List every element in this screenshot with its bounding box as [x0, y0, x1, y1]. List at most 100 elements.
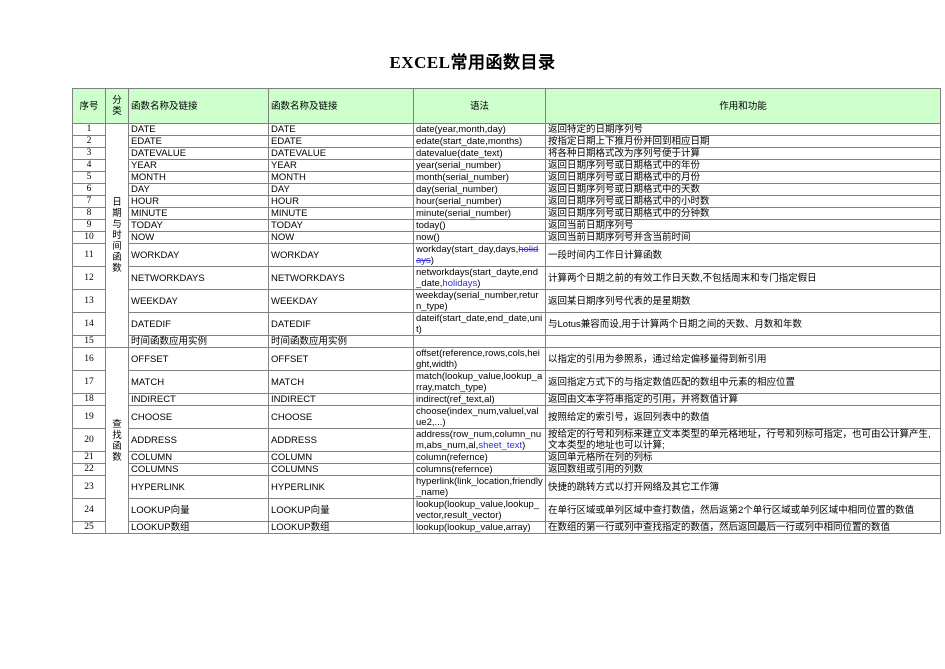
function-link-cell-1[interactable]: MONTH	[128, 171, 269, 184]
description-cell: 以指定的引用为参照系，通过给定偏移量得到新引用	[545, 347, 941, 371]
function-link-cell-2[interactable]: DATEDIF	[268, 312, 414, 336]
function-link-cell-2[interactable]: WORKDAY	[268, 243, 414, 267]
function-link-cell-1[interactable]: WEEKDAY	[128, 289, 269, 313]
function-link-cell-1[interactable]: DATE	[128, 123, 269, 136]
function-link-cell-2[interactable]: OFFSET	[268, 347, 414, 371]
syntax-text: )	[522, 440, 526, 451]
function-link-cell-1[interactable]: ADDRESS	[128, 428, 269, 452]
function-link-cell-1[interactable]: HOUR	[128, 195, 269, 208]
function-link-cell-1[interactable]: COLUMN	[128, 451, 269, 464]
function-link-cell-1[interactable]: MINUTE	[128, 207, 269, 220]
function-link-cell-1[interactable]: CHOOSE	[128, 405, 269, 429]
function-link-cell-2[interactable]: HYPERLINK	[268, 475, 414, 499]
function-link-cell-2[interactable]: CHOOSE	[268, 405, 414, 429]
table-row: 19 CHOOSE CHOOSE choose(index_num,valuel,va…	[72, 405, 941, 429]
row-number-cell: 18	[72, 393, 106, 406]
function-link-cell-2[interactable]: DATEVALUE	[268, 147, 414, 160]
row-number-cell: 7	[72, 195, 106, 208]
syntax-argument-link[interactable]: sheet_text	[478, 440, 522, 451]
function-link-cell-2[interactable]: 时间函数应用实例	[268, 335, 414, 348]
table-row: 4 YEAR YEAR year(serial_number) 返回日期序列号或日期格式…	[72, 159, 941, 172]
function-link-cell-1[interactable]: LOOKUP向量	[128, 498, 269, 522]
row-number-cell: 3	[72, 147, 106, 160]
function-catalog-table: 序号 分类 函数名称及链接 函数名称及链接 语法 作用和功能 1 日期与时间函数 D…	[72, 88, 941, 534]
syntax-cell: offset(reference,rows,cols,height,width)	[413, 347, 546, 371]
row-number-cell: 19	[72, 405, 106, 429]
function-link-cell-2[interactable]: NETWORKDAYS	[268, 266, 414, 290]
syntax-cell: networkdays(start_dayte,end_date,holiday…	[413, 266, 546, 290]
function-link-cell-1[interactable]: TODAY	[128, 219, 269, 232]
row-number-cell: 10	[72, 231, 106, 244]
function-link-cell-1[interactable]: LOOKUP数组	[128, 521, 269, 534]
description-cell: 与Lotus兼容而设,用于计算两个日期之间的天数、月数和年数	[545, 312, 941, 336]
description-cell: 返回日期序列号或日期格式中的分钟数	[545, 207, 941, 220]
function-link-cell-1[interactable]: MATCH	[128, 370, 269, 394]
description-cell: 返回日期序列号或日期格式中的小时数	[545, 195, 941, 208]
syntax-cell: match(lookup_value,lookup_array,match_ty…	[413, 370, 546, 394]
function-link-cell-2[interactable]: NOW	[268, 231, 414, 244]
function-link-cell-1[interactable]: DAY	[128, 183, 269, 196]
description-cell: 返回当前日期序列号并含当前时间	[545, 231, 941, 244]
table-row: 9 TODAY TODAY today() 返回当前日期序列号	[72, 219, 941, 232]
row-number-cell: 1	[72, 123, 106, 136]
description-cell: 在数组的第一行或列中查找指定的数值，然后返回最后一行或列中相同位置的数值	[545, 521, 941, 534]
syntax-cell: day(serial_number)	[413, 183, 546, 196]
description-cell: 返回日期序列号或日期格式中的年份	[545, 159, 941, 172]
table-row: 15 时间函数应用实例 时间函数应用实例	[72, 335, 941, 348]
category-label: 查找函数	[112, 418, 122, 463]
row-number-cell: 17	[72, 370, 106, 394]
column-header-category: 分类	[105, 88, 129, 124]
table-row: 12 NETWORKDAYS NETWORKDAYS networkdays(star…	[72, 266, 941, 290]
row-number-cell: 6	[72, 183, 106, 196]
row-number-cell: 15	[72, 335, 106, 348]
column-header-function-name-1: 函数名称及链接	[128, 88, 269, 124]
function-link-cell-2[interactable]: INDIRECT	[268, 393, 414, 406]
function-link-cell-2[interactable]: EDATE	[268, 135, 414, 148]
function-link-cell-2[interactable]: MINUTE	[268, 207, 414, 220]
function-link-cell-1[interactable]: 时间函数应用实例	[128, 335, 269, 348]
table-header: 序号 分类 函数名称及链接 函数名称及链接 语法 作用和功能	[72, 88, 941, 124]
function-link-cell-2[interactable]: DAY	[268, 183, 414, 196]
table-row: 6 DAY DAY day(serial_number) 返回日期序列号或日期格式中的天…	[72, 183, 941, 196]
function-link-cell-1[interactable]: DATEVALUE	[128, 147, 269, 160]
syntax-cell: today()	[413, 219, 546, 232]
description-cell	[545, 335, 941, 348]
function-link-cell-2[interactable]: YEAR	[268, 159, 414, 172]
function-link-cell-1[interactable]: EDATE	[128, 135, 269, 148]
function-link-cell-2[interactable]: MONTH	[268, 171, 414, 184]
function-link-cell-2[interactable]: DATE	[268, 123, 414, 136]
function-link-cell-1[interactable]: NETWORKDAYS	[128, 266, 269, 290]
function-link-cell-1[interactable]: NOW	[128, 231, 269, 244]
description-cell: 返回某日期序列号代表的是星期数	[545, 289, 941, 313]
function-link-cell-2[interactable]: WEEKDAY	[268, 289, 414, 313]
syntax-cell: now()	[413, 231, 546, 244]
syntax-cell: edate(start_date,months)	[413, 135, 546, 148]
description-cell: 返回日期序列号或日期格式中的月份	[545, 171, 941, 184]
function-link-cell-2[interactable]: COLUMN	[268, 451, 414, 464]
column-header-description: 作用和功能	[545, 88, 941, 124]
table-row: 14 DATEDIF DATEDIF dateif(start_date,end_da…	[72, 312, 941, 336]
function-link-cell-1[interactable]: OFFSET	[128, 347, 269, 371]
function-link-cell-2[interactable]: LOOKUP数组	[268, 521, 414, 534]
syntax-cell: hyperlink(link_location,friendly_name)	[413, 475, 546, 499]
syntax-argument-link[interactable]: holidays	[442, 278, 477, 289]
function-link-cell-1[interactable]: DATEDIF	[128, 312, 269, 336]
function-link-cell-2[interactable]: TODAY	[268, 219, 414, 232]
row-number-cell: 23	[72, 475, 106, 499]
function-link-cell-2[interactable]: HOUR	[268, 195, 414, 208]
table-row: 1 日期与时间函数 DATE DATE date(year,month,day) 返回特定…	[72, 123, 941, 348]
spreadsheet-page: EXCEL常用函数目录 序号 分类 函数名称及链接 函数名称及链接 语法 作用和…	[0, 0, 945, 669]
table-row: 16 查找函数 OFFSET OFFSET offset(reference,rows,…	[72, 347, 941, 534]
function-link-cell-1[interactable]: WORKDAY	[128, 243, 269, 267]
description-cell: 按指定日期上下推月份并回到相应日期	[545, 135, 941, 148]
row-number-cell: 11	[72, 243, 106, 267]
function-link-cell-2[interactable]: ADDRESS	[268, 428, 414, 452]
function-link-cell-1[interactable]: INDIRECT	[128, 393, 269, 406]
syntax-cell: month(serial_number)	[413, 171, 546, 184]
function-link-cell-1[interactable]: HYPERLINK	[128, 475, 269, 499]
function-link-cell-1[interactable]: YEAR	[128, 159, 269, 172]
function-link-cell-2[interactable]: LOOKUP向量	[268, 498, 414, 522]
function-link-cell-2[interactable]: MATCH	[268, 370, 414, 394]
function-link-cell-2[interactable]: COLUMNS	[268, 463, 414, 476]
function-link-cell-1[interactable]: COLUMNS	[128, 463, 269, 476]
